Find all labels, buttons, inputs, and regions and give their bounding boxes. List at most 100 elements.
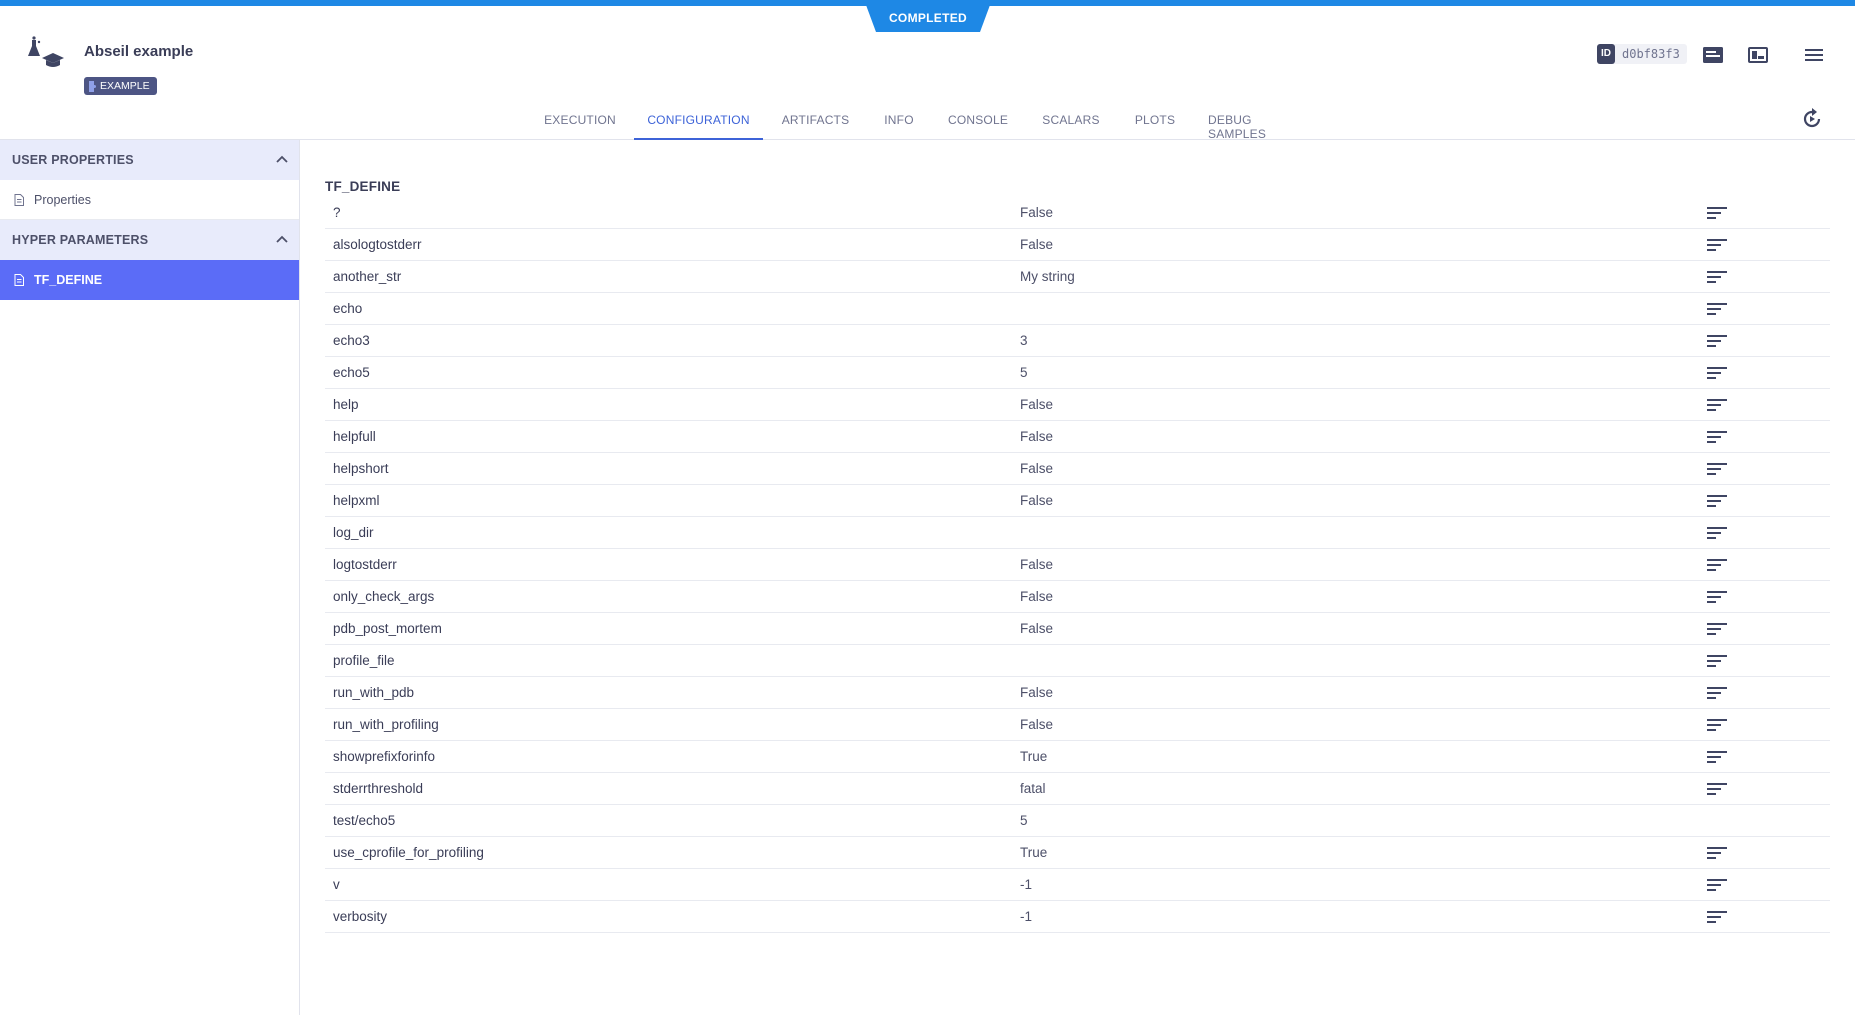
param-name: echo (333, 301, 363, 316)
param-name: only_check_args (333, 589, 435, 604)
param-value: True (1020, 845, 1048, 860)
table-row: echo3 3 (325, 325, 1830, 357)
param-name: v (333, 877, 340, 892)
details-panel-icon (1703, 47, 1723, 63)
table-row: v -1 (325, 869, 1830, 901)
param-value: False (1020, 685, 1054, 700)
description-icon[interactable] (1707, 718, 1729, 732)
param-value: False (1020, 621, 1054, 636)
param-name: showprefixforinfo (333, 749, 436, 764)
param-name: profile_file (333, 653, 395, 668)
parameter-table: ? False alsologtostderr False another_str My … (325, 197, 1830, 933)
table-row: run_with_pdb False (325, 677, 1830, 709)
param-name: pdb_post_mortem (333, 621, 442, 636)
table-row: showprefixforinfo True (325, 741, 1830, 773)
id-label: ID (1597, 44, 1615, 64)
table-row: stderrthreshold fatal (325, 773, 1830, 805)
description-icon[interactable] (1707, 622, 1729, 636)
description-icon[interactable] (1707, 366, 1729, 380)
param-value: -1 (1020, 909, 1033, 924)
tab-artifacts[interactable]: ARTIFACTS (782, 101, 849, 140)
tab-plots[interactable]: PLOTS (1133, 101, 1177, 140)
experiment-tag-label: EXAMPLE (100, 80, 150, 92)
description-icon[interactable] (1707, 238, 1729, 252)
param-value: False (1020, 717, 1054, 732)
table-row: help False (325, 389, 1830, 421)
param-value: 3 (1020, 333, 1028, 348)
table-row: ? False (325, 197, 1830, 229)
tab-console[interactable]: CONSOLE (948, 101, 1008, 140)
param-name: helpfull (333, 429, 376, 444)
param-value: False (1020, 557, 1054, 572)
description-icon[interactable] (1707, 398, 1729, 412)
param-name: logtostderr (333, 557, 397, 572)
description-icon[interactable] (1707, 206, 1729, 220)
section-title: TF_DEFINE (325, 179, 401, 194)
tab-scalars[interactable]: SCALARS (1040, 101, 1102, 140)
param-name: echo3 (333, 333, 370, 348)
hyper-parameters-header[interactable]: HYPER PARAMETERS (0, 220, 299, 260)
description-icon[interactable] (1707, 558, 1729, 572)
param-value: -1 (1020, 877, 1033, 892)
table-row: another_str My string (325, 261, 1830, 293)
description-icon[interactable] (1707, 462, 1729, 476)
user-properties-header[interactable]: USER PROPERTIES (0, 140, 299, 180)
param-value: 5 (1020, 813, 1028, 828)
param-name: run_with_profiling (333, 717, 439, 732)
description-icon[interactable] (1707, 430, 1729, 444)
experiment-tag[interactable]: EXAMPLE (84, 77, 157, 95)
sidebar-item-properties[interactable]: Properties (0, 180, 299, 220)
layout-toggle-button[interactable] (1747, 44, 1769, 66)
menu-button[interactable] (1803, 44, 1825, 66)
param-value: False (1020, 589, 1054, 604)
param-value: False (1020, 493, 1054, 508)
description-icon[interactable] (1707, 750, 1729, 764)
description-icon[interactable] (1707, 302, 1729, 316)
experiment-tabs: EXECUTION CONFIGURATION ARTIFACTS INFO C… (0, 101, 1855, 141)
param-name: helpxml (333, 493, 380, 508)
table-row: echo5 5 (325, 357, 1830, 389)
description-icon[interactable] (1707, 654, 1729, 668)
param-name: use_cprofile_for_profiling (333, 845, 484, 860)
sidebar-item-tf-define[interactable]: TF_DEFINE (0, 260, 299, 300)
description-icon[interactable] (1707, 910, 1729, 924)
table-row: helpshort False (325, 453, 1830, 485)
table-row: verbosity -1 (325, 901, 1830, 933)
table-row: echo (325, 293, 1830, 325)
table-row: alsologtostderr False (325, 229, 1830, 261)
param-value: 5 (1020, 365, 1028, 380)
refresh-button[interactable] (1800, 107, 1824, 131)
table-row: run_with_profiling False (325, 709, 1830, 741)
param-name: help (333, 397, 359, 412)
description-icon[interactable] (1707, 334, 1729, 348)
description-icon[interactable] (1707, 878, 1729, 892)
description-icon[interactable] (1707, 590, 1729, 604)
table-row: use_cprofile_for_profiling True (325, 837, 1830, 869)
details-panel-button[interactable] (1702, 44, 1724, 66)
hamburger-menu-icon (1805, 49, 1823, 61)
description-icon[interactable] (1707, 846, 1729, 860)
param-name: run_with_pdb (333, 685, 415, 700)
tab-configuration[interactable]: CONFIGURATION (634, 101, 763, 140)
user-properties-title: USER PROPERTIES (12, 153, 134, 167)
chevron-up-icon (276, 155, 288, 163)
table-row: pdb_post_mortem False (325, 613, 1830, 645)
sidebar: USER PROPERTIES Properties HYPER PARAMET… (0, 140, 300, 1015)
tab-execution[interactable]: EXECUTION (544, 101, 616, 140)
experiment-icon (24, 36, 66, 72)
param-name: stderrthreshold (333, 781, 424, 796)
id-badge[interactable]: ID d0bf83f3 (1597, 44, 1687, 64)
description-icon[interactable] (1707, 782, 1729, 796)
experiment-title: Abseil example (84, 43, 194, 60)
param-name: echo5 (333, 365, 370, 380)
table-row: test/echo5 5 (325, 805, 1830, 837)
tab-info[interactable]: INFO (880, 101, 918, 140)
description-icon[interactable] (1707, 270, 1729, 284)
param-name: ? (333, 205, 341, 220)
description-icon[interactable] (1707, 526, 1729, 540)
param-value: False (1020, 461, 1054, 476)
tab-debug-samples[interactable]: DEBUG SAMPLES (1208, 101, 1312, 141)
description-icon[interactable] (1707, 686, 1729, 700)
description-icon[interactable] (1707, 494, 1729, 508)
table-row: helpxml False (325, 485, 1830, 517)
